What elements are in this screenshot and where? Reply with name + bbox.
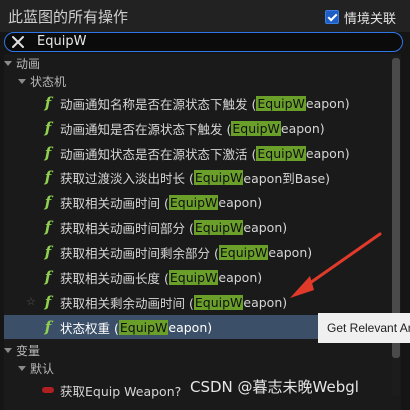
category-anim[interactable]: 动画 <box>4 55 390 72</box>
variable-pill-icon <box>42 387 54 393</box>
tooltip: Get Relevant Ar <box>318 313 410 343</box>
item-label: 获取相关动画时间剩余部分 ( <box>60 245 219 261</box>
actions-header: 此蓝图的所有操作 情境关联 <box>0 0 410 32</box>
function-icon: f <box>44 193 52 211</box>
list-item[interactable]: f 获取过渡淡入淡出时长 (EquipW eapon到Base) <box>4 165 390 189</box>
item-label: 获取Equip Weapon? <box>60 383 182 399</box>
item-label-suffix: eapon) <box>280 120 325 136</box>
scrollbar[interactable] <box>392 56 400 396</box>
item-label-suffix: eapon) <box>218 269 263 285</box>
context-checkbox[interactable] <box>324 10 339 24</box>
item-label: 获取相关动画长度 ( <box>60 270 169 286</box>
search-highlight: EquipW <box>256 95 306 111</box>
category-label: 默认 <box>30 362 55 376</box>
watermark: CSDN @暮志未晚Webgl <box>190 378 359 396</box>
chevron-down-icon[interactable] <box>18 79 26 84</box>
context-sensitive-toggle[interactable]: 情境关联 <box>324 8 396 27</box>
function-icon: f <box>44 218 52 236</box>
item-label: 获取过渡淡入淡出时长 ( <box>60 170 194 186</box>
search-highlight: EquipW <box>168 269 219 285</box>
function-icon: f <box>44 293 52 311</box>
search-highlight: EquipW <box>168 194 219 210</box>
search-highlight: EquipW <box>193 169 244 185</box>
function-icon: f <box>44 119 52 137</box>
category-variables[interactable]: 变量 <box>4 342 390 359</box>
item-label: 动画通知状态是否在源状态下激活 ( <box>60 146 257 162</box>
item-label-suffix: eapon) <box>218 194 263 210</box>
item-label: 获取相关动画时间部分 ( <box>60 220 194 236</box>
function-icon: f <box>44 268 52 286</box>
function-icon: f <box>44 168 52 186</box>
chevron-down-icon[interactable] <box>4 61 12 66</box>
search-highlight: EquipW <box>231 120 281 136</box>
category-default[interactable]: 默认 <box>18 360 390 377</box>
search-box[interactable]: EquipW <box>4 32 403 52</box>
chevron-down-icon[interactable] <box>4 348 12 353</box>
item-label: 动画通知是否在源状态下触发 ( <box>60 121 232 137</box>
category-label: 动画 <box>16 57 41 71</box>
function-icon: f <box>44 144 52 162</box>
item-label: 状态权重 ( <box>60 320 119 336</box>
category-state-machine[interactable]: 状态机 <box>18 73 390 90</box>
item-label-suffix: eapon到Base) <box>243 170 331 186</box>
item-label-suffix: eapon) <box>168 319 213 335</box>
category-label: 状态机 <box>30 75 67 89</box>
list-item[interactable]: f 获取相关动画时间 (EquipW eapon) <box>4 190 390 214</box>
star-icon[interactable]: ☆ <box>26 295 36 308</box>
search-highlight: EquipW <box>118 319 169 335</box>
function-icon: f <box>44 94 52 112</box>
context-label: 情境关联 <box>343 11 396 27</box>
function-icon: f <box>44 243 52 261</box>
list-item[interactable]: f 动画通知名称是否在源状态下触发 (EquipW eapon) <box>4 91 390 115</box>
search-input[interactable]: EquipW <box>37 34 86 49</box>
list-item[interactable]: f 动画通知状态是否在源状态下激活 (EquipW eapon) <box>4 141 390 165</box>
search-highlight: EquipW <box>193 294 244 310</box>
item-label: 获取相关剩余动画时间 ( <box>60 295 194 311</box>
search-highlight: EquipW <box>256 145 306 161</box>
search-highlight: EquipW <box>193 219 244 235</box>
category-label: 变量 <box>16 344 41 358</box>
close-icon[interactable] <box>11 35 25 49</box>
function-icon: f <box>44 318 52 336</box>
item-label-suffix: eapon) <box>305 95 350 111</box>
item-label: 获取相关动画时间 ( <box>60 195 169 211</box>
search-highlight: EquipW <box>218 244 269 260</box>
chevron-down-icon[interactable] <box>18 366 26 371</box>
item-label-suffix: eapon) <box>305 145 350 161</box>
header-title: 此蓝图的所有操作 <box>8 8 129 26</box>
list-item[interactable]: f 动画通知是否在源状态下触发 (EquipW eapon) <box>4 116 390 140</box>
item-label: 动画通知名称是否在源状态下触发 ( <box>60 96 257 112</box>
annotation-arrow-icon <box>290 232 382 298</box>
